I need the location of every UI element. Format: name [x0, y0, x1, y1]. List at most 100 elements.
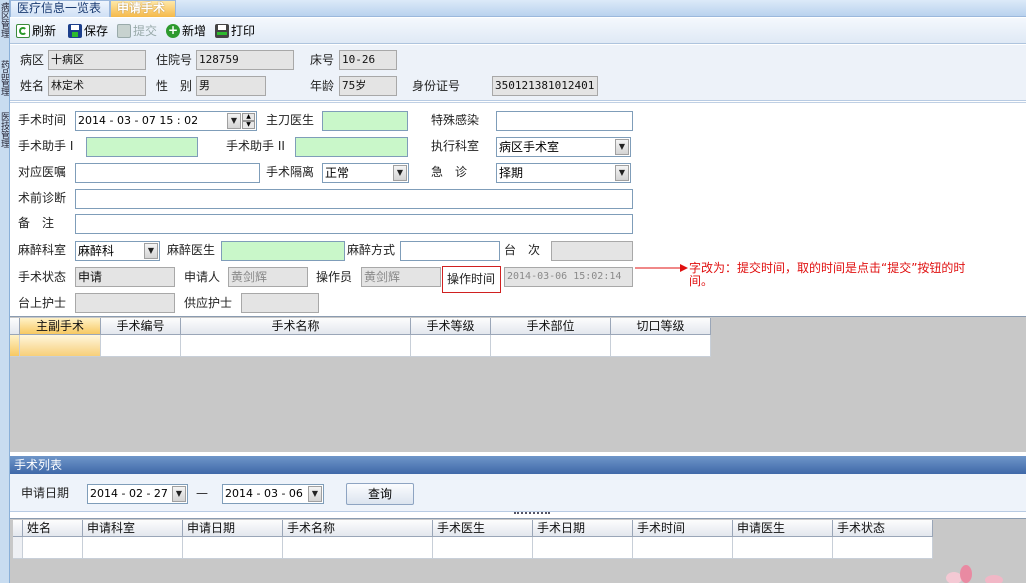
grid-cell[interactable]: [433, 537, 533, 559]
search-bar: 申请日期 2014 - 02 - 27 ▼ — 2014 - 03 - 06 ▼…: [10, 474, 1026, 512]
bed-label: 床号: [310, 53, 335, 67]
isolation-select[interactable]: 正常 ▼: [322, 163, 409, 183]
surgery-list-header: 手术列表: [10, 456, 1026, 474]
tab-medical-info[interactable]: 医疗信息一览表: [10, 0, 110, 17]
anes-dept-select[interactable]: 麻醉科 ▼: [75, 241, 160, 261]
assistant2-input[interactable]: [295, 137, 408, 157]
status-field: 申请: [75, 267, 175, 287]
refresh-button[interactable]: 刷新: [16, 21, 56, 41]
surgery-form: 手术时间 2014 - 03 - 07 15 : 02 ▼ ▲ ▼ 主刀医生 特…: [10, 102, 1026, 316]
add-icon: +: [166, 23, 180, 38]
col-header-level[interactable]: 手术等级: [411, 318, 491, 335]
remark-input[interactable]: [75, 214, 633, 234]
emergency-select[interactable]: 择期 ▼: [496, 163, 631, 183]
grid-cell[interactable]: [83, 537, 183, 559]
applicant-label: 申请人: [184, 270, 221, 284]
order-input[interactable]: [75, 163, 260, 183]
print-button[interactable]: 打印: [215, 21, 255, 41]
grid-cell[interactable]: [733, 537, 833, 559]
add-button[interactable]: + 新增: [166, 21, 206, 41]
diagnosis-label: 术前诊断: [18, 191, 67, 205]
order-label: 对应医嘱: [18, 165, 67, 179]
col-header-status[interactable]: 手术状态: [833, 520, 933, 537]
row-header-corner: [13, 520, 23, 537]
splitter-grip[interactable]: [514, 512, 550, 516]
surgery-list-grid: 姓名 申请科室 申请日期 手术名称 手术医生 手术日期 手术时间 申请医生 手术…: [10, 518, 1026, 583]
grid-cell[interactable]: [283, 537, 433, 559]
grid-cell[interactable]: [23, 537, 83, 559]
col-header-apply-doctor[interactable]: 申请医生: [733, 520, 833, 537]
tab-apply-surgery[interactable]: 申请手术: [110, 0, 176, 17]
col-header-main-sub[interactable]: 主副手术: [20, 318, 101, 335]
special-infection-input[interactable]: [496, 111, 633, 131]
chevron-down-icon[interactable]: ▼: [615, 165, 629, 181]
date-to-picker[interactable]: 2014 - 03 - 06 ▼: [222, 484, 324, 504]
ward-label: 病区: [20, 53, 45, 67]
col-header-surgery-time[interactable]: 手术时间: [633, 520, 733, 537]
col-header-name[interactable]: 手术名称: [181, 318, 411, 335]
sex-label: 性 别: [156, 79, 193, 93]
row-header[interactable]: [13, 537, 23, 559]
chevron-down-icon[interactable]: ▼: [144, 243, 158, 259]
grid-cell[interactable]: [411, 335, 491, 357]
spin-up-icon[interactable]: ▲: [242, 113, 255, 121]
side-tab-drug[interactable]: 药品管理: [0, 60, 9, 96]
chevron-down-icon[interactable]: ▼: [308, 486, 322, 502]
diagnosis-input[interactable]: [75, 189, 633, 209]
grid-cell[interactable]: [101, 335, 181, 357]
anes-method-input[interactable]: [400, 241, 500, 261]
surgery-time-picker[interactable]: 2014 - 03 - 07 15 : 02 ▼ ▲ ▼: [75, 111, 257, 131]
col-header-name[interactable]: 姓名: [23, 520, 83, 537]
grid-cell[interactable]: [183, 537, 283, 559]
exec-dept-select[interactable]: 病区手术室 ▼: [496, 137, 631, 157]
col-header-surgeon[interactable]: 手术医生: [433, 520, 533, 537]
chief-doctor-input[interactable]: [322, 111, 408, 131]
col-header-site[interactable]: 手术部位: [491, 318, 611, 335]
col-header-surgery-date[interactable]: 手术日期: [533, 520, 633, 537]
assistant2-label: 手术助手 II: [226, 139, 285, 153]
chevron-down-icon[interactable]: ▼: [393, 165, 407, 181]
special-infection-label: 特殊感染: [431, 113, 480, 127]
anes-doctor-input[interactable]: [221, 241, 345, 261]
grid-cell[interactable]: [181, 335, 411, 357]
side-tab-strip: 病区管理 药品管理 医技管理: [0, 0, 10, 583]
operator-field: 黄剑辉: [361, 267, 441, 287]
col-header-apply-date[interactable]: 申请日期: [183, 520, 283, 537]
toolbar: 刷新 保存 提交 + 新增 打印: [10, 18, 1026, 44]
chevron-down-icon[interactable]: ▼: [172, 486, 186, 502]
assistant1-input[interactable]: [86, 137, 198, 157]
col-header-surgery-name[interactable]: 手术名称: [283, 520, 433, 537]
grid-cell[interactable]: [491, 335, 611, 357]
age-label: 年龄: [310, 79, 335, 93]
refresh-icon: [16, 24, 30, 38]
grid-cell-selected[interactable]: [20, 335, 101, 357]
remark-label: 备 注: [18, 216, 55, 230]
date-from-picker[interactable]: 2014 - 02 - 27 ▼: [87, 484, 188, 504]
tab-bar: 医疗信息一览表 申请手术: [10, 0, 1026, 17]
emergency-label: 急 诊: [431, 165, 468, 179]
grid-cell[interactable]: [533, 537, 633, 559]
table-nurse-field: [75, 293, 175, 313]
print-icon: [215, 24, 229, 38]
query-button[interactable]: 查询: [346, 483, 414, 505]
grid-cell[interactable]: [633, 537, 733, 559]
id-field: 350121381012401: [492, 76, 598, 96]
op-time-label: 操作时间: [447, 272, 496, 286]
table-no-label: 台 次: [504, 243, 541, 257]
chevron-down-icon[interactable]: ▼: [227, 113, 241, 129]
col-header-apply-dept[interactable]: 申请科室: [83, 520, 183, 537]
submit-button[interactable]: 提交: [117, 21, 157, 41]
sex-field: 男: [196, 76, 266, 96]
grid-cell[interactable]: [611, 335, 711, 357]
save-button[interactable]: 保存: [68, 21, 108, 41]
col-header-incision[interactable]: 切口等级: [611, 318, 711, 335]
side-tab-tech[interactable]: 医技管理: [0, 112, 9, 148]
row-header-selected[interactable]: [10, 335, 20, 357]
col-header-code[interactable]: 手术编号: [101, 318, 181, 335]
exec-dept-label: 执行科室: [431, 139, 480, 153]
assistant1-label: 手术助手 I: [18, 139, 74, 153]
spin-down-icon[interactable]: ▼: [242, 121, 255, 129]
chevron-down-icon[interactable]: ▼: [615, 139, 629, 155]
grid-cell[interactable]: [833, 537, 933, 559]
side-tab-ward[interactable]: 病区管理: [0, 2, 9, 38]
